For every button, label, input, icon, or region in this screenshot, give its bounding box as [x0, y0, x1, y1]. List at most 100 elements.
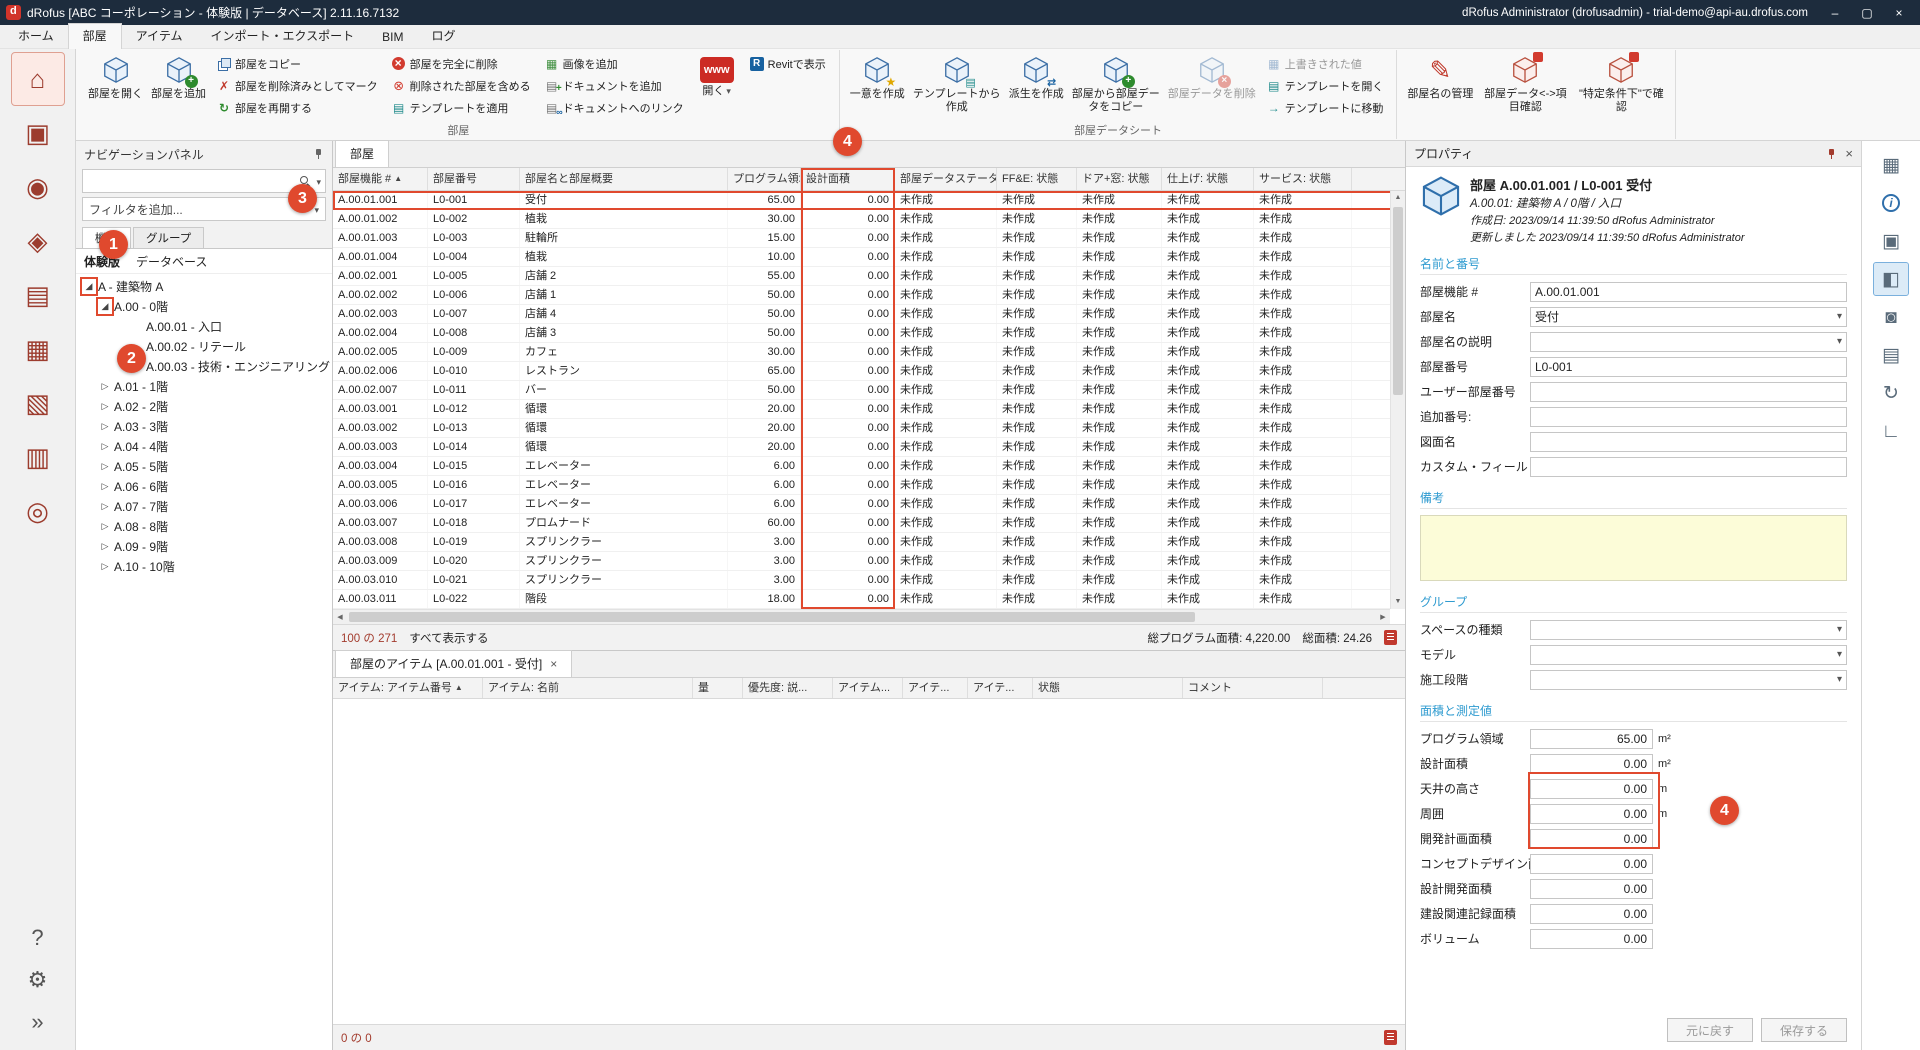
tree-item[interactable]: A.00.02 - リテール	[76, 336, 332, 356]
left-toolbar-item[interactable]: ◉	[12, 161, 64, 213]
left-toolbar-item[interactable]: ▣	[12, 107, 64, 159]
tree-item[interactable]: ◢ A - 建築物 A	[76, 276, 332, 296]
field-input[interactable]: L0-001	[1530, 357, 1847, 377]
column-header[interactable]: 仕上げ: 状態	[1162, 168, 1254, 190]
pin-icon[interactable]	[313, 148, 324, 160]
menu-tab[interactable]: インポート・エクスポート	[196, 24, 368, 48]
tree-item[interactable]: ▷ A.05 - 5階	[76, 456, 332, 476]
column-header[interactable]: 状態	[1033, 678, 1183, 698]
close-icon[interactable]	[1845, 146, 1853, 161]
undo-button[interactable]: 元に戻す	[1667, 1018, 1753, 1042]
tree-item[interactable]: ◢ A.00 - 0階	[76, 296, 332, 316]
column-header[interactable]: サービス: 状態	[1254, 168, 1352, 190]
ribbon-large-button[interactable]: "特定条件下"で確認	[1573, 51, 1669, 116]
left-toolbar-item[interactable]: ?	[12, 918, 64, 958]
left-toolbar-item[interactable]: ▤	[12, 269, 64, 321]
field-input[interactable]	[1530, 407, 1847, 427]
menu-tab[interactable]: BIM	[368, 27, 417, 48]
column-header[interactable]: コメント	[1183, 678, 1323, 698]
scroll-right-icon[interactable]	[1376, 610, 1390, 624]
tree-expander-icon[interactable]: ◢	[98, 299, 112, 314]
field-input[interactable]	[1530, 457, 1847, 477]
tree-item[interactable]: ▷ A.04 - 4階	[76, 436, 332, 456]
table-row[interactable]: A.00.02.004 L0-008 店舗 3 50.00 0.00 未作成 未…	[333, 324, 1405, 343]
table-row[interactable]: A.00.03.011 L0-022 階段 18.00 0.00 未作成 未作成…	[333, 590, 1405, 609]
database-tab[interactable]: データベース	[136, 253, 207, 270]
scroll-left-icon[interactable]	[333, 610, 347, 624]
ribbon-large-button[interactable]: 派生を作成	[1005, 51, 1068, 104]
right-strip-item[interactable]: ↻	[1874, 377, 1908, 409]
right-strip-item[interactable]: ▣	[1874, 225, 1908, 257]
pin-icon[interactable]	[1826, 148, 1837, 160]
tree-expander-icon[interactable]: ▷	[98, 419, 112, 434]
left-toolbar-item[interactable]: ▧	[12, 377, 64, 429]
save-button[interactable]: 保存する	[1761, 1018, 1847, 1042]
tab-rooms[interactable]: 部屋	[335, 140, 389, 167]
tree-expander-icon[interactable]	[130, 319, 144, 334]
ribbon-small-button[interactable]: テンプレートに移動	[1263, 97, 1388, 119]
column-header[interactable]: アイテム...	[833, 678, 903, 698]
table-row[interactable]: A.00.03.001 L0-012 循環 20.00 0.00 未作成 未作成…	[333, 400, 1405, 419]
tree-expander-icon[interactable]: ◢	[82, 279, 96, 294]
close-button[interactable]: ×	[1884, 2, 1914, 24]
column-header[interactable]: プログラム領域	[728, 168, 801, 190]
column-header[interactable]: FF&E: 状態	[997, 168, 1077, 190]
column-header[interactable]: 部屋番号	[428, 168, 520, 190]
search-input[interactable]	[87, 174, 296, 188]
menu-tab[interactable]: ログ	[417, 24, 469, 48]
minimize-button[interactable]: –	[1820, 2, 1850, 24]
column-header[interactable]: アイテム: アイテム番号 ▲	[333, 678, 483, 698]
tree-item[interactable]: ▷ A.08 - 8階	[76, 516, 332, 536]
field-input[interactable]: 0.00	[1530, 879, 1653, 899]
tree-expander-icon[interactable]: ▷	[98, 539, 112, 554]
tree-item[interactable]: A.00.01 - 入口	[76, 316, 332, 336]
tree-expander-icon[interactable]: ▷	[98, 399, 112, 414]
right-strip-item[interactable]: ◙	[1874, 301, 1908, 333]
notes-textarea[interactable]	[1420, 515, 1847, 581]
table-row[interactable]: A.00.01.001 L0-001 受付 65.00 0.00 未作成 未作成…	[333, 191, 1405, 210]
table-row[interactable]: A.00.01.002 L0-002 植栽 30.00 0.00 未作成 未作成…	[333, 210, 1405, 229]
tree-item[interactable]: ▷ A.07 - 7階	[76, 496, 332, 516]
field-input[interactable]	[1530, 670, 1847, 690]
ribbon-small-button[interactable]: 画像を追加	[541, 53, 688, 75]
left-toolbar-item[interactable]: ◎	[12, 485, 64, 537]
column-header[interactable]: アイテ...	[968, 678, 1033, 698]
column-header[interactable]: 部屋データステータス	[895, 168, 997, 190]
field-input[interactable]: 65.00	[1530, 729, 1653, 749]
www-open-button[interactable]: www 開く	[691, 51, 743, 101]
ribbon-small-button[interactable]: テンプレートを適用	[388, 97, 535, 119]
ribbon-small-button[interactable]: 部屋を再開する	[213, 97, 382, 119]
field-input[interactable]: 0.00	[1530, 754, 1653, 774]
field-input[interactable]: 0.00	[1530, 929, 1653, 949]
ribbon-small-button[interactable]: テンプレートを開く	[1263, 75, 1388, 97]
ribbon-small-button[interactable]: 部屋を完全に削除	[388, 53, 535, 75]
field-input[interactable]: 0.00	[1530, 904, 1653, 924]
field-input[interactable]	[1530, 620, 1847, 640]
table-row[interactable]: A.00.03.006 L0-017 エレベーター 6.00 0.00 未作成 …	[333, 495, 1405, 514]
left-toolbar-item[interactable]: ⚙	[12, 960, 64, 1000]
tree-item[interactable]: ▷ A.02 - 2階	[76, 396, 332, 416]
horizontal-scrollbar[interactable]	[333, 609, 1390, 624]
search-options-chevron-icon[interactable]	[314, 174, 321, 188]
report-icon[interactable]	[1384, 1030, 1397, 1045]
ribbon-large-button[interactable]: 部屋名の管理	[1403, 51, 1477, 104]
scrollbar-thumb[interactable]	[1393, 207, 1403, 395]
maximize-button[interactable]: ▢	[1852, 2, 1882, 24]
column-header[interactable]: 部屋機能 # ▲	[333, 168, 428, 190]
tree-expander-icon[interactable]: ▷	[98, 439, 112, 454]
ribbon-small-button[interactable]: ドキュメントを追加	[541, 75, 688, 97]
tree-expander-icon[interactable]: ▷	[98, 479, 112, 494]
ribbon-small-button[interactable]: 上書きされた値	[1263, 53, 1388, 75]
field-input[interactable]: 0.00	[1530, 854, 1653, 874]
tree-item[interactable]: ▷ A.01 - 1階	[76, 376, 332, 396]
left-toolbar-item[interactable]: ▦	[12, 323, 64, 375]
right-strip-item[interactable]: ▤	[1874, 339, 1908, 371]
tree-expander-icon[interactable]: ▷	[98, 459, 112, 474]
vertical-scrollbar[interactable]	[1390, 191, 1405, 609]
table-row[interactable]: A.00.03.008 L0-019 スプリンクラー 3.00 0.00 未作成…	[333, 533, 1405, 552]
field-input[interactable]: 受付	[1530, 307, 1847, 327]
show-all-link[interactable]: すべて表示する	[409, 630, 488, 646]
column-header[interactable]: ドア+窓: 状態	[1077, 168, 1162, 190]
column-header[interactable]: 設計面積	[801, 168, 895, 190]
field-input[interactable]: A.00.01.001	[1530, 282, 1847, 302]
